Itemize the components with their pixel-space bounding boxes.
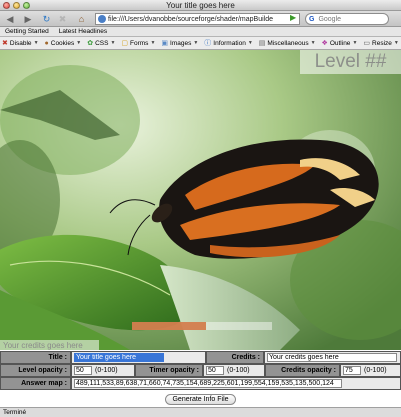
status-bar: Terminé (0, 407, 401, 417)
chevron-down-icon: ▼ (310, 40, 316, 46)
bookmarks-toolbar: Getting Started Latest Headlines (0, 27, 401, 37)
dev-menu-cookies[interactable]: ● Cookies ▼ (45, 40, 82, 47)
stop-icon[interactable]: ✖ (57, 13, 68, 25)
dev-menu-outline[interactable]: ❖ Outline ▼ (322, 40, 358, 47)
level-opacity-label: Level opacity : (0, 364, 71, 377)
dev-menu-css[interactable]: ✿ CSS ▼ (87, 40, 115, 47)
timer-opacity-hint: (0-100) (227, 367, 250, 374)
title-input[interactable] (74, 353, 164, 362)
level-overlay: Level ## (300, 50, 401, 74)
dev-menu-label: Images (170, 39, 192, 47)
miscellaneous-icon: ▤ (258, 39, 266, 47)
title-label: Title : (0, 351, 71, 364)
credits-opacity-cell: (0-100) (340, 364, 401, 377)
answer-map-input[interactable] (74, 379, 342, 388)
chevron-down-icon: ▼ (352, 40, 358, 46)
title-cell (71, 351, 206, 364)
butterfly-photo[interactable]: Level ## (0, 50, 401, 350)
cookies-icon: ● (44, 39, 49, 47)
butterfly-illustration (0, 50, 401, 350)
form-button-row: Generate Info File (0, 392, 401, 406)
dev-menu-label: Outline (329, 39, 351, 47)
chevron-down-icon: ▼ (110, 40, 116, 46)
go-arrow-icon[interactable]: ▶ (290, 13, 300, 23)
credits-opacity-input[interactable] (343, 366, 361, 375)
credits-input[interactable] (267, 353, 397, 362)
bookmark-getting-started[interactable]: Getting Started (5, 28, 49, 35)
level-opacity-hint: (0-100) (95, 367, 118, 374)
page-content: Level ## Your credits goes here Title : … (0, 50, 401, 407)
settings-form: Title : Credits : Level opacity : (0-100… (0, 351, 401, 407)
chevron-down-icon: ▼ (193, 40, 199, 46)
credits-cell (264, 351, 401, 364)
outline-icon: ❖ (321, 39, 328, 47)
reload-icon[interactable]: ↻ (41, 13, 52, 25)
form-row-opacity: Level opacity : (0-100) Timer opacity : … (0, 364, 401, 377)
chevron-down-icon: ▼ (247, 40, 253, 46)
level-opacity-cell: (0-100) (71, 364, 135, 377)
url-text[interactable]: file:///Users/dvanobbe/sourceforge/shade… (108, 16, 273, 23)
back-arrow-icon[interactable]: ◀ (3, 13, 17, 25)
window-title: Your title goes here (166, 1, 235, 10)
dev-menu-resize[interactable]: ▭ Resize ▼ (363, 40, 398, 47)
disable-icon: ✖ (2, 39, 8, 47)
dev-menu-disable[interactable]: ✖ Disable ▼ (2, 40, 39, 47)
dev-menu-images[interactable]: ▣ Images ▼ (161, 40, 198, 47)
information-icon: ⓘ (204, 39, 212, 47)
credits-opacity-label: Credits opacity : (265, 364, 340, 377)
dev-menu-information[interactable]: ⓘ Information ▼ (204, 40, 252, 47)
timer-progress-fill (132, 322, 207, 330)
chevron-down-icon: ▼ (76, 40, 82, 46)
timer-opacity-cell: (0-100) (203, 364, 265, 377)
web-developer-toolbar: ✖ Disable ▼ ● Cookies ▼ ✿ CSS ▼ ▢ Forms ▼ ▣ Image… (0, 37, 401, 50)
dev-menu-label: CSS (95, 39, 109, 47)
resize-icon: ▭ (363, 39, 371, 47)
bookmark-latest-headlines[interactable]: Latest Headlines (59, 28, 107, 35)
dev-menu-miscellaneous[interactable]: ▤ Miscellaneous ▼ (259, 40, 316, 47)
timer-opacity-label: Timer opacity : (135, 364, 203, 377)
search-engine-icon[interactable]: G (309, 16, 314, 23)
dev-menu-label: Forms (130, 39, 149, 47)
search-placeholder[interactable]: Google (318, 16, 341, 23)
answer-map-cell (71, 377, 401, 390)
url-bar[interactable]: file:///Users/dvanobbe/sourceforge/shade… (95, 13, 300, 25)
navigation-toolbar: ◀ ▶ ↻ ✖ ⌂ file:///Users/dvanobbe/sourcef… (0, 11, 401, 27)
generate-info-file-button[interactable]: Generate Info File (165, 393, 236, 405)
forward-arrow-icon[interactable]: ▶ (22, 13, 34, 25)
dev-menu-label: Resize (372, 39, 392, 47)
credits-opacity-hint: (0-100) (364, 367, 387, 374)
dev-menu-label: Cookies (50, 39, 75, 47)
title-bar: Your title goes here (0, 0, 401, 11)
dev-menu-label: Information (213, 39, 246, 47)
home-icon[interactable]: ⌂ (76, 13, 87, 25)
browser-window: Your title goes here ◀ ▶ ↻ ✖ ⌂ file:///U… (0, 0, 401, 417)
chevron-down-icon: ▼ (150, 40, 156, 46)
credits-overlay: Your credits goes here (0, 340, 99, 351)
form-row-title: Title : Credits : (0, 351, 401, 364)
css-icon: ✿ (87, 39, 94, 47)
chevron-down-icon: ▼ (33, 40, 39, 46)
timer-opacity-input[interactable] (206, 366, 224, 375)
level-opacity-input[interactable] (74, 366, 92, 375)
credits-label: Credits : (206, 351, 264, 364)
dev-menu-label: Disable (9, 39, 32, 47)
forms-icon: ▢ (121, 39, 129, 47)
timer-progress-bar (132, 322, 272, 330)
answer-map-label: Answer map : (0, 377, 71, 390)
page-globe-icon (98, 15, 106, 23)
search-box[interactable]: G Google (305, 13, 389, 25)
dev-menu-forms[interactable]: ▢ Forms ▼ (121, 40, 155, 47)
form-row-answer-map: Answer map : (0, 377, 401, 390)
chevron-down-icon: ▼ (393, 40, 399, 46)
dev-menu-label: Miscellaneous (267, 39, 309, 47)
images-icon: ▣ (161, 39, 169, 47)
